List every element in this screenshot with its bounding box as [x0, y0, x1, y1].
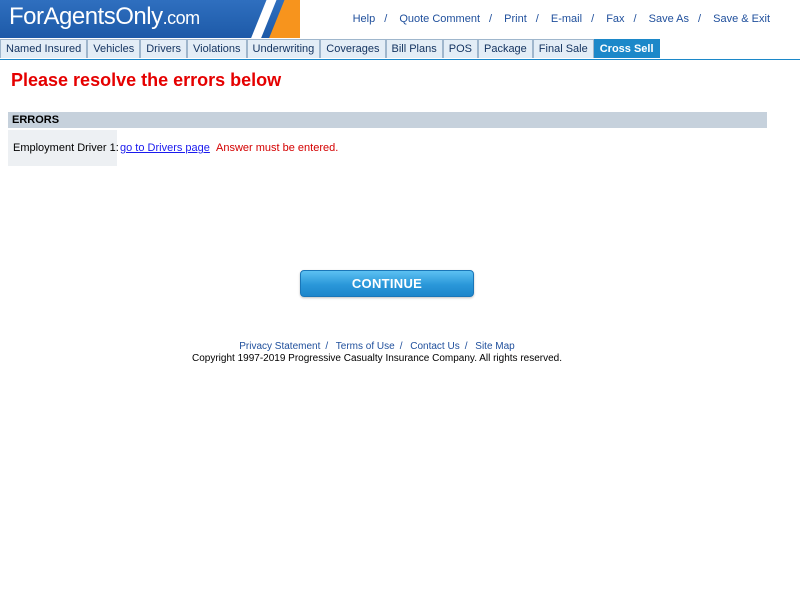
go-to-drivers-link[interactable]: go to Drivers page — [120, 142, 210, 154]
error-message: Answer must be entered. — [216, 142, 339, 154]
link-separator: / — [698, 13, 702, 25]
tab-named-insured[interactable]: Named Insured — [0, 39, 88, 58]
link-separator: / — [633, 13, 637, 25]
footer-separator: / — [325, 341, 329, 352]
link-separator: / — [591, 13, 595, 25]
save-and-exit-link[interactable]: Save & Exit — [713, 13, 770, 25]
tab-cross-sell[interactable]: Cross Sell — [593, 39, 660, 58]
logo-text: ForAgentsOnly.com — [9, 3, 200, 30]
privacy-statement-link[interactable]: Privacy Statement — [239, 341, 320, 352]
tab-bar: Named Insured Vehicles Drivers Violation… — [0, 39, 800, 60]
link-separator: / — [384, 13, 388, 25]
terms-of-use-link[interactable]: Terms of Use — [336, 341, 395, 352]
errors-panel: ERRORS Employment Driver 1: go to Driver… — [8, 112, 767, 166]
tab-bill-plans[interactable]: Bill Plans — [385, 39, 443, 58]
footer-links: Privacy Statement / Terms of Use / Contact… — [0, 341, 754, 352]
link-separator: / — [489, 13, 493, 25]
errors-header: ERRORS — [8, 112, 767, 128]
quote-comment-link[interactable]: Quote Comment — [399, 13, 480, 25]
fax-link[interactable]: Fax — [606, 13, 624, 25]
page-title: Please resolve the errors below — [11, 70, 282, 90]
tab-vehicles[interactable]: Vehicles — [87, 39, 141, 58]
footer-separator: / — [464, 341, 468, 352]
help-link[interactable]: Help — [353, 13, 376, 25]
footer-separator: / — [399, 341, 403, 352]
tab-package[interactable]: Package — [477, 39, 533, 58]
contact-us-link[interactable]: Contact Us — [410, 341, 459, 352]
header: ForAgentsOnly.com Help / Quote Comment / P… — [0, 0, 800, 38]
tab-drivers[interactable]: Drivers — [140, 39, 188, 58]
error-row: Employment Driver 1: go to Drivers page … — [8, 130, 767, 166]
foragentsonly-logo[interactable]: ForAgentsOnly.com — [0, 0, 300, 38]
continue-button[interactable]: CONTINUE — [300, 270, 474, 297]
link-separator: / — [535, 13, 539, 25]
tab-pos[interactable]: POS — [442, 39, 478, 58]
tab-violations[interactable]: Violations — [187, 39, 247, 58]
top-links: Help / Quote Comment / Print / E-mail / Fax /… — [353, 13, 770, 25]
save-as-link[interactable]: Save As — [649, 13, 689, 25]
tab-underwriting[interactable]: Underwriting — [246, 39, 321, 58]
site-map-link[interactable]: Site Map — [475, 341, 514, 352]
email-link[interactable]: E-mail — [551, 13, 582, 25]
print-link[interactable]: Print — [504, 13, 527, 25]
copyright-text: Copyright 1997-2019 Progressive Casualty… — [192, 353, 562, 364]
tab-coverages[interactable]: Coverages — [320, 39, 386, 58]
error-field-label: Employment Driver 1: — [8, 130, 119, 166]
tab-final-sale[interactable]: Final Sale — [532, 39, 594, 58]
